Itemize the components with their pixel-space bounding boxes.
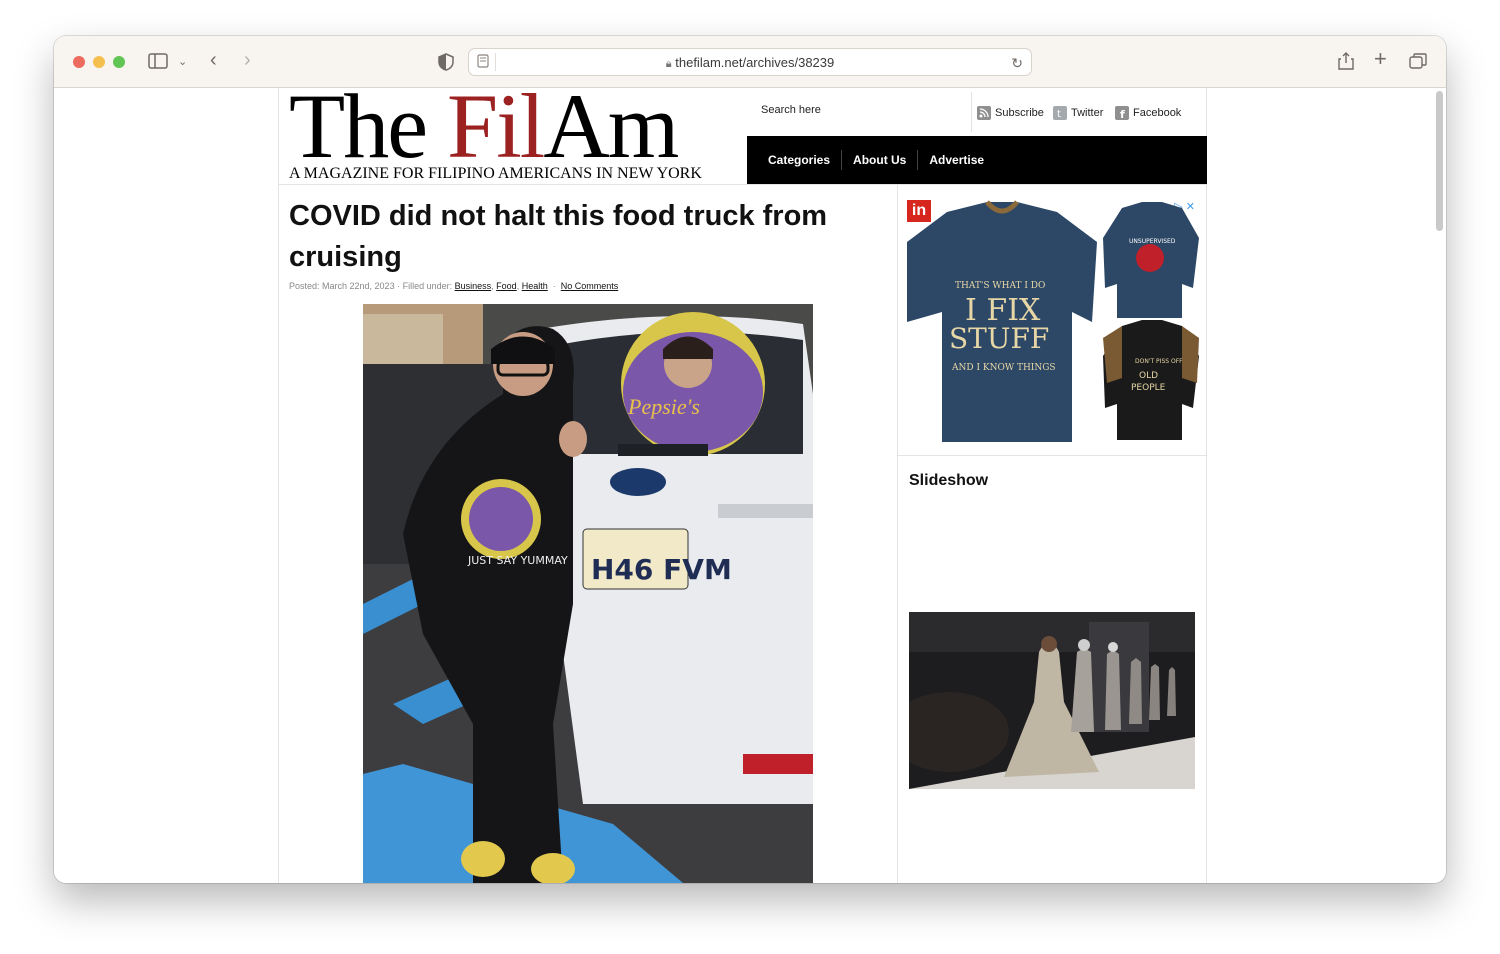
nav-categories[interactable]: Categories — [757, 150, 843, 170]
post-meta: Posted: March 22nd, 2023 · Filled under:… — [289, 281, 619, 291]
facebook-label: Facebook — [1133, 107, 1182, 119]
forward-icon[interactable]: › — [244, 50, 251, 70]
svg-text:PEOPLE: PEOPLE — [1131, 383, 1166, 393]
sidebar-separator — [898, 455, 1207, 456]
web-viewport: The FilAm A MAGAZINE FOR FILIPINO AMERIC… — [54, 88, 1446, 883]
url-display[interactable]: 🔒︎ thefilam.net/archives/38239 — [469, 55, 1031, 71]
nav-advertise[interactable]: Advertise — [918, 150, 995, 170]
svg-text:UNSUPERVISED: UNSUPERVISED — [1129, 238, 1176, 245]
tab-overview-icon[interactable] — [1409, 53, 1427, 72]
ad-image: THAT'S WHAT I DO I FIX STUFF AND I KNOW … — [907, 200, 1199, 442]
svg-text:H46 FVM: H46 FVM — [591, 553, 732, 586]
main-nav: Categories About Us Advertise — [747, 136, 1207, 184]
svg-text:OLD: OLD — [1139, 371, 1158, 381]
address-bar[interactable]: 🔒︎ thefilam.net/archives/38239 ↻ — [468, 48, 1032, 76]
social-divider — [971, 92, 972, 132]
facebook-link[interactable]: f Facebook — [1115, 106, 1182, 121]
svg-text:f: f — [1120, 108, 1125, 120]
url-text: thefilam.net/archives/38239 — [675, 55, 835, 70]
slideshow-image[interactable] — [909, 612, 1195, 789]
site-page: The FilAm A MAGAZINE FOR FILIPINO AMERIC… — [278, 88, 1207, 883]
privacy-shield-icon[interactable] — [438, 53, 454, 74]
minimize-window-button[interactable] — [93, 56, 105, 68]
twitter-icon: t — [1053, 106, 1067, 120]
post-title: COVID did not halt this food truck from … — [289, 200, 828, 273]
ad-text-small: THAT'S WHAT I DO — [955, 281, 1045, 291]
svg-text:DON'T PISS OFF: DON'T PISS OFF — [1135, 358, 1183, 365]
ad-banner[interactable]: in ▷ ✕ THAT'S WHAT I DO I FIX STUFF AND … — [907, 198, 1199, 444]
back-icon[interactable]: ‹ — [210, 50, 217, 70]
header-right: Search here Subscribe t Twitter f Facebo… — [747, 88, 1207, 184]
category-link-business[interactable]: Business — [455, 281, 492, 291]
share-icon[interactable] — [1338, 52, 1354, 73]
facebook-icon: f — [1115, 106, 1129, 121]
slideshow-heading: Slideshow — [909, 472, 989, 489]
logo-tagline: A MAGAZINE FOR FILIPINO AMERICANS IN NEW… — [289, 165, 702, 182]
zoom-window-button[interactable] — [113, 56, 125, 68]
post-meta-posted: Posted: March 22nd, 2023 · Filled under: — [289, 281, 453, 291]
twitter-link[interactable]: t Twitter — [1053, 106, 1103, 120]
sidebar-divider — [897, 184, 898, 883]
svg-text:AND I KNOW THINGS: AND I KNOW THINGS — [951, 363, 1056, 373]
svg-text:Pepsie's: Pepsie's — [627, 394, 700, 419]
new-tab-icon[interactable]: + — [1374, 48, 1387, 70]
category-link-food[interactable]: Food — [496, 281, 517, 291]
svg-text:STUFF: STUFF — [949, 322, 1049, 355]
scrollbar-thumb[interactable] — [1436, 91, 1443, 231]
svg-text:JUST SAY YUMMAY: JUST SAY YUMMAY — [467, 554, 568, 567]
sidebar-toggle-icon[interactable] — [148, 53, 168, 72]
comments-link[interactable]: No Comments — [561, 281, 619, 291]
category-link-health[interactable]: Health — [522, 281, 548, 291]
subscribe-label: Subscribe — [995, 107, 1044, 119]
desktop: ⌄ ‹ › 🔒︎ thefilam.net/archives/38239 ↻ +… — [0, 0, 1500, 954]
reload-icon[interactable]: ↻ — [1011, 54, 1023, 72]
close-window-button[interactable] — [73, 56, 85, 68]
svg-text:t: t — [1057, 109, 1061, 120]
rss-icon — [977, 106, 991, 120]
subscribe-link[interactable]: Subscribe — [977, 106, 1044, 120]
site-logo[interactable]: The FilAm A MAGAZINE FOR FILIPINO AMERIC… — [289, 88, 749, 184]
post-photo: Pepsie's H46 FVM JUST SAY YUMMAY — [363, 304, 813, 883]
header-divider — [279, 184, 1206, 185]
chevron-down-icon[interactable]: ⌄ — [178, 53, 187, 71]
search-input[interactable]: Search here — [761, 104, 821, 116]
browser-window: ⌄ ‹ › 🔒︎ thefilam.net/archives/38239 ↻ +… — [54, 36, 1446, 883]
page-scrollbar[interactable] — [1432, 88, 1446, 883]
logo-word-the: The — [289, 88, 448, 177]
browser-toolbar: ⌄ ‹ › 🔒︎ thefilam.net/archives/38239 ↻ + — [54, 36, 1446, 88]
logo-word-am: Am — [543, 88, 679, 177]
lock-icon: 🔒︎ — [665, 58, 672, 70]
twitter-label: Twitter — [1071, 107, 1104, 119]
nav-about-us[interactable]: About Us — [842, 150, 919, 170]
logo-word-fil: Fil — [447, 88, 545, 177]
logo-title: The FilAm — [289, 88, 679, 172]
